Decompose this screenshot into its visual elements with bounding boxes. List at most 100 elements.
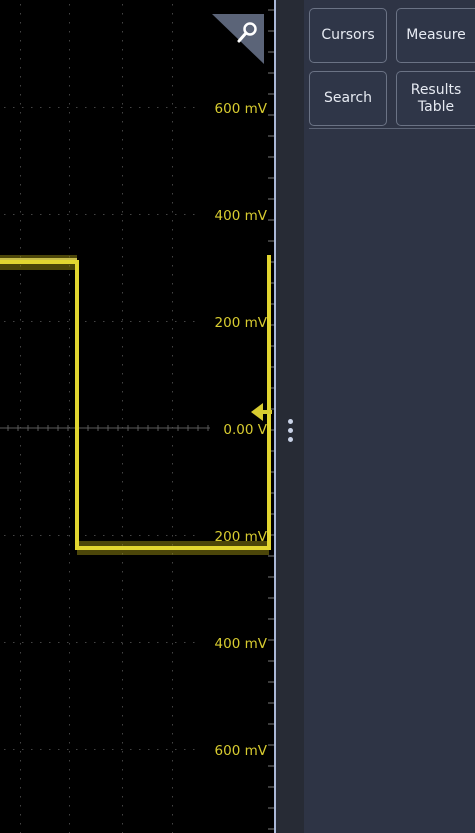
grid-dot bbox=[31, 535, 33, 536]
grid-dot bbox=[69, 13, 70, 15]
grid-dot bbox=[172, 22, 173, 24]
grid-dot bbox=[122, 157, 123, 159]
grid-dot bbox=[20, 175, 21, 177]
grid-dot bbox=[122, 400, 123, 402]
grid-dot bbox=[85, 107, 87, 108]
grid-dot bbox=[76, 214, 78, 215]
grid-dot bbox=[69, 319, 70, 321]
grid-dot bbox=[69, 76, 70, 78]
grid-dot bbox=[69, 355, 70, 357]
grid-dot bbox=[172, 535, 173, 537]
grid-dot bbox=[122, 607, 123, 609]
grid-dot bbox=[20, 499, 21, 501]
grid-dot bbox=[40, 749, 42, 750]
search-button[interactable]: Search bbox=[309, 71, 387, 126]
grid-dot bbox=[172, 265, 173, 267]
grid-dot bbox=[69, 490, 70, 492]
grid-dot bbox=[4, 642, 6, 643]
grid-dot bbox=[122, 310, 123, 312]
grid-dot bbox=[20, 112, 21, 114]
voltage-label: 600 mV bbox=[214, 743, 267, 759]
results-table-button[interactable]: Results Table bbox=[396, 71, 475, 126]
grid-dot bbox=[122, 598, 123, 600]
grid-dot bbox=[122, 499, 123, 501]
grid-dot bbox=[58, 642, 60, 643]
grid-dot bbox=[13, 321, 15, 322]
grid-dot bbox=[20, 58, 21, 60]
grid-dot bbox=[94, 214, 96, 215]
grid-dot bbox=[67, 749, 69, 750]
grid-dot bbox=[85, 749, 87, 750]
grid-dot bbox=[31, 107, 33, 108]
grid-dot bbox=[166, 321, 168, 322]
grid-dot bbox=[172, 454, 173, 456]
grid-dot bbox=[172, 382, 173, 384]
grid-dot bbox=[20, 328, 21, 330]
grid-dot bbox=[20, 4, 21, 6]
grid-dot bbox=[69, 544, 70, 546]
grid-dot bbox=[157, 321, 159, 322]
grid-dot bbox=[20, 337, 21, 339]
graticule bbox=[0, 4, 274, 833]
grid-dot bbox=[20, 517, 21, 519]
grid-dot bbox=[69, 391, 70, 393]
grid-dot bbox=[20, 220, 21, 222]
grid-dot bbox=[184, 535, 186, 536]
grid-dot bbox=[172, 760, 173, 762]
grid-dot bbox=[172, 499, 173, 501]
grid-dot bbox=[122, 211, 123, 213]
grid-dot bbox=[193, 535, 195, 536]
grid-dot bbox=[122, 292, 123, 294]
grid-dot bbox=[172, 580, 173, 582]
measure-button[interactable]: Measure bbox=[396, 8, 475, 63]
cursors-button[interactable]: Cursors bbox=[309, 8, 387, 63]
grid-dot bbox=[172, 814, 173, 816]
grid-dot bbox=[139, 214, 141, 215]
grid-dot bbox=[193, 321, 195, 322]
grid-dot bbox=[20, 301, 21, 303]
grid-dot bbox=[148, 107, 150, 108]
vertical-ellipsis-icon[interactable] bbox=[286, 419, 294, 451]
grid-dot bbox=[20, 103, 21, 105]
grid-dot bbox=[20, 535, 21, 537]
grid-dot bbox=[20, 382, 21, 384]
grid-dot bbox=[20, 751, 21, 753]
panel-divider[interactable] bbox=[276, 0, 304, 833]
grid-dot bbox=[184, 321, 186, 322]
grid-dot bbox=[69, 787, 70, 789]
grid-dot bbox=[103, 642, 105, 643]
grid-dot bbox=[103, 214, 105, 215]
grid-dot bbox=[175, 642, 177, 643]
grid-dot bbox=[172, 724, 173, 726]
search-tab[interactable] bbox=[212, 14, 264, 64]
grid-dot bbox=[122, 670, 123, 672]
grid-dot bbox=[69, 247, 70, 249]
grid-dot bbox=[20, 697, 21, 699]
waveform-display[interactable]: 600 mV 400 mV 200 mV 0.00 V 200 mV 400 m… bbox=[0, 0, 275, 833]
grid-dot bbox=[20, 184, 21, 186]
grid-dot bbox=[172, 517, 173, 519]
grid-dot bbox=[166, 107, 168, 108]
grid-dot bbox=[122, 76, 123, 78]
grid-dot bbox=[122, 706, 123, 708]
grid-dot bbox=[130, 642, 132, 643]
grid-dot bbox=[172, 4, 173, 6]
grid-dot bbox=[69, 553, 70, 555]
grid-dot bbox=[122, 265, 123, 267]
grid-dot bbox=[69, 292, 70, 294]
grid-dot bbox=[13, 107, 15, 108]
grid-dot bbox=[172, 94, 173, 96]
grid-dot bbox=[69, 733, 70, 735]
grid-dot bbox=[69, 742, 70, 744]
grid-dot bbox=[157, 107, 159, 108]
grid-dot bbox=[172, 391, 173, 393]
grid-dot bbox=[122, 382, 123, 384]
grid-dot bbox=[69, 22, 70, 24]
grid-dot bbox=[122, 49, 123, 51]
panel-separator bbox=[309, 128, 475, 129]
grid-dot bbox=[172, 589, 173, 591]
grid-dot bbox=[69, 283, 70, 285]
grid-dot bbox=[22, 749, 24, 750]
grid-dot bbox=[122, 148, 123, 150]
grid-dot bbox=[122, 409, 123, 411]
